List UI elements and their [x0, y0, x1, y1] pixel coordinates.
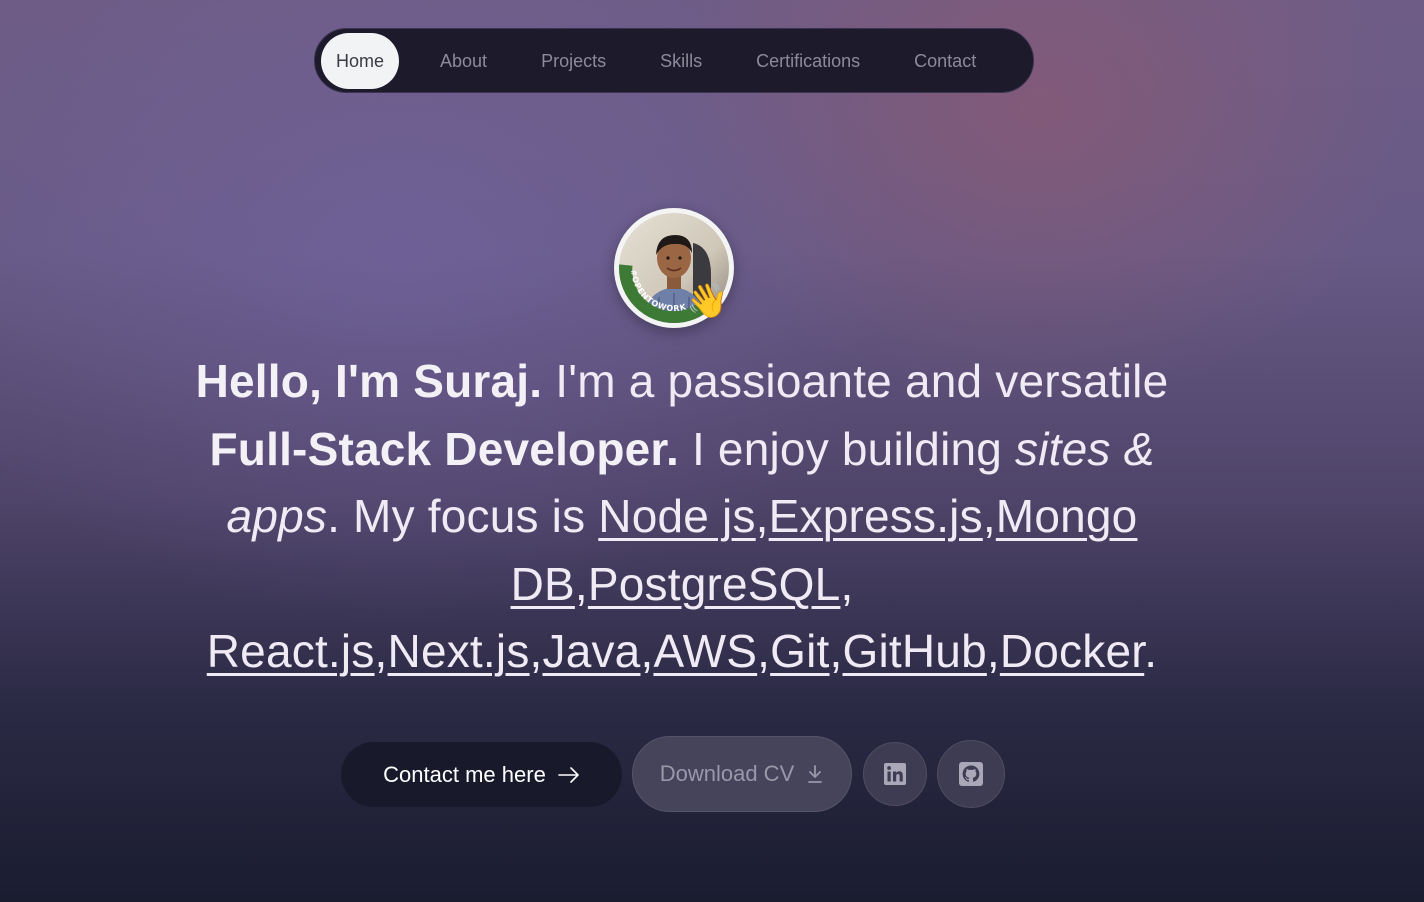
skill-separator: , — [840, 557, 854, 610]
skill-link[interactable]: Java — [543, 625, 641, 677]
nav-item-projects[interactable]: Projects — [514, 33, 633, 89]
hero-text-1: I'm a passioante and versatile — [542, 355, 1169, 407]
skill-separator: , — [574, 557, 588, 610]
hero-text-3: . My focus is — [327, 490, 599, 542]
contact-me-label: Contact me here — [383, 761, 546, 787]
skill-link[interactable]: Express.js — [769, 490, 983, 542]
arrow-right-icon — [558, 766, 579, 783]
hero-role: Full-Stack Developer. — [209, 422, 679, 475]
nav-item-about[interactable]: About — [413, 33, 514, 89]
skill-separator: , — [374, 625, 388, 677]
hero-text-2: I enjoy building — [678, 422, 1016, 475]
skill-link[interactable]: AWS — [653, 625, 757, 677]
skill-link[interactable]: PostgreSQL — [588, 558, 841, 610]
skill-link[interactable]: Docker — [1000, 625, 1144, 677]
skill-separator: , — [640, 625, 654, 677]
hero-intro: Hello, I'm Suraj. I'm a passioante and v… — [180, 348, 1184, 686]
skill-link[interactable]: Git — [770, 625, 829, 677]
skill-link[interactable]: Node js — [598, 490, 755, 542]
skill-separator: , — [757, 625, 771, 677]
download-icon — [808, 765, 823, 783]
download-cv-button[interactable]: Download CV — [632, 736, 852, 812]
skill-link[interactable]: React.js — [207, 625, 375, 677]
waving-hand-icon: 👋 — [686, 281, 729, 321]
skill-link[interactable]: GitHub — [843, 625, 987, 677]
nav-item-contact[interactable]: Contact — [887, 33, 1003, 89]
hero-greeting: Hello, I'm Suraj. — [195, 355, 543, 407]
contact-me-button[interactable]: Contact me here — [341, 742, 622, 807]
profile-avatar: #OPENTOWORK 👋 — [614, 208, 734, 328]
nav-item-certifications[interactable]: Certifications — [729, 33, 887, 89]
nav-item-home[interactable]: Home — [321, 32, 400, 89]
skill-separator: , — [829, 625, 843, 677]
github-button[interactable] — [937, 740, 1005, 808]
skill-separator: , — [755, 490, 769, 542]
download-cv-label: Download CV — [659, 761, 795, 786]
main-nav: Home About Projects Skills Certification… — [314, 28, 1034, 93]
linkedin-icon — [884, 763, 906, 785]
nav-item-skills[interactable]: Skills — [633, 33, 729, 89]
linkedin-button[interactable] — [863, 742, 927, 806]
skill-separator: , — [982, 490, 996, 542]
skill-link[interactable]: Next.js — [388, 625, 530, 677]
skill-separator: , — [529, 625, 543, 677]
skill-separator: , — [986, 625, 1000, 677]
hero-end: . — [1144, 625, 1158, 677]
github-icon — [959, 762, 983, 786]
